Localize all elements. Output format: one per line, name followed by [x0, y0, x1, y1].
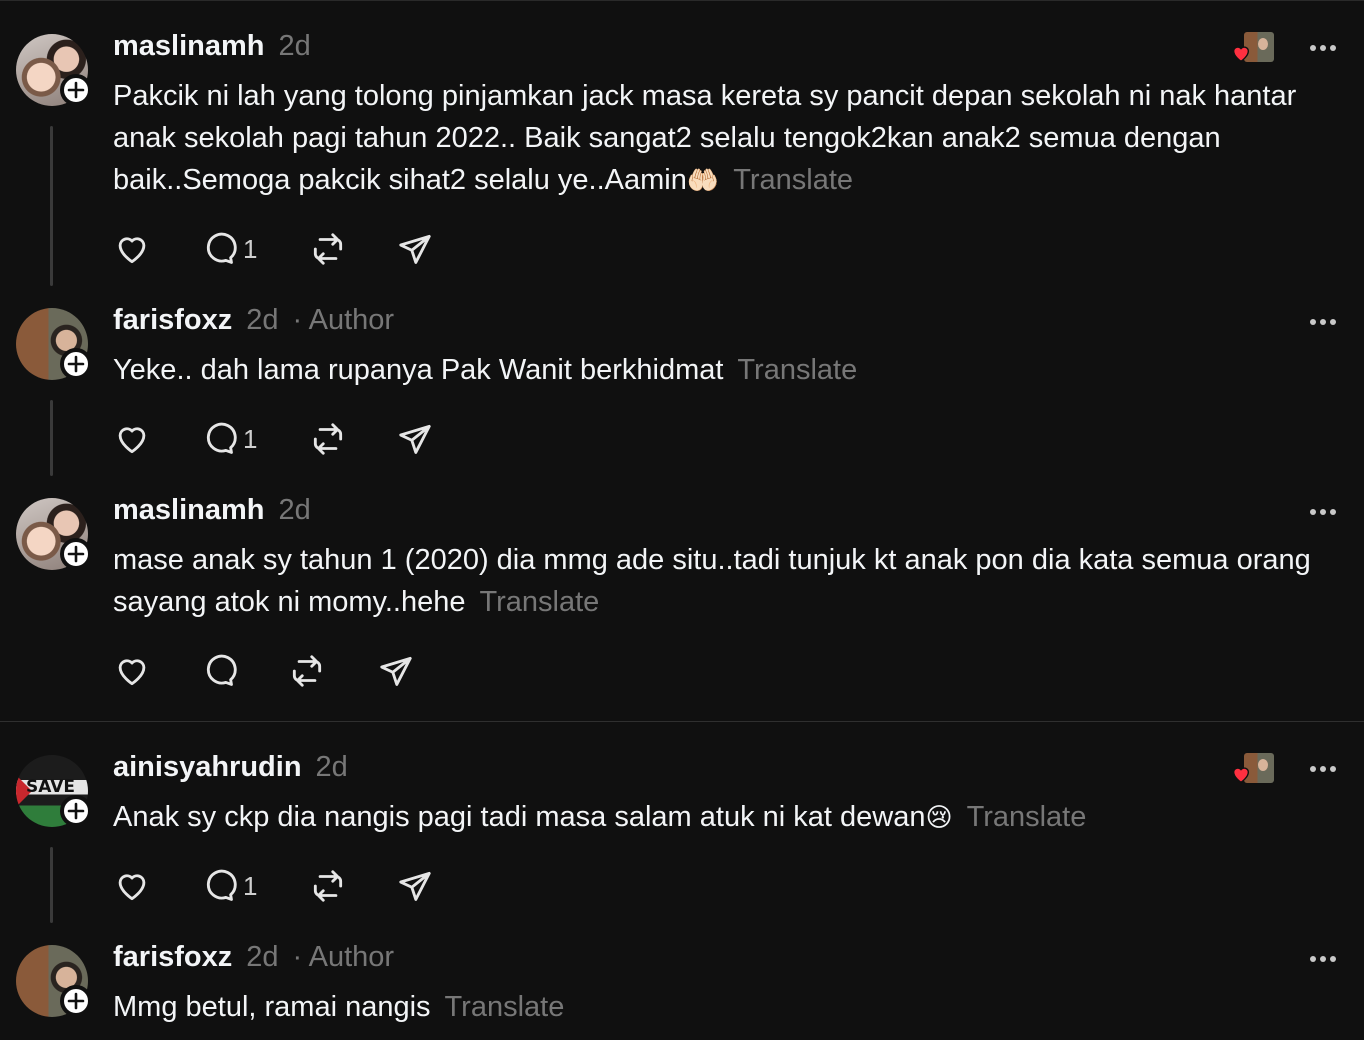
comment-text: Anak sy ckp dia nangis pagi tadi masa sa… [113, 796, 1323, 839]
comment-header: ainisyahrudin 2d [113, 751, 348, 784]
more-options-button[interactable] [1310, 954, 1342, 964]
translate-link[interactable]: Translate [967, 801, 1087, 833]
reply-button[interactable]: 1 [199, 229, 257, 269]
like-button[interactable] [113, 229, 151, 269]
repost-icon [313, 233, 343, 265]
heart-filled-icon [1232, 46, 1250, 63]
author-badge: · Author [292, 304, 395, 336]
more-options-button[interactable] [1310, 43, 1342, 53]
translate-link[interactable]: Translate [480, 586, 600, 618]
more-options-button[interactable] [1310, 507, 1342, 517]
thread-divider [0, 721, 1364, 722]
heart-filled-icon [1232, 767, 1250, 784]
plus-icon [67, 355, 85, 373]
reply-button[interactable]: 1 [199, 419, 257, 459]
repost-icon [313, 870, 343, 902]
avatar[interactable]: SAVE [16, 755, 92, 827]
follow-plus-button[interactable] [60, 538, 92, 570]
repost-button[interactable] [309, 866, 347, 906]
heart-icon [118, 874, 146, 901]
comment-text: mase anak sy tahun 1 (2020) dia mmg ade … [113, 539, 1323, 623]
heart-icon [118, 427, 146, 454]
comment-icon [206, 422, 237, 454]
like-button[interactable] [113, 651, 151, 691]
follow-plus-button[interactable] [60, 795, 92, 827]
translate-link[interactable]: Translate [733, 164, 853, 196]
follow-plus-button[interactable] [60, 985, 92, 1017]
comment-text: Mmg betul, ramai nangis Translate [113, 986, 1323, 1028]
thread-line [50, 400, 53, 476]
timestamp[interactable]: 2d [246, 941, 278, 973]
avatar-save-text: SAVE [26, 777, 76, 797]
reply-button[interactable] [199, 651, 237, 691]
heart-icon [118, 237, 146, 264]
reply-count: 1 [243, 870, 258, 901]
comment-icon [206, 232, 237, 264]
follow-plus-button[interactable] [60, 74, 92, 106]
like-button[interactable] [113, 419, 151, 459]
share-button[interactable] [377, 651, 415, 691]
share-icon [399, 424, 431, 454]
repost-button[interactable] [309, 229, 347, 269]
comment-text: Yeke.. dah lama rupanya Pak Wanit berkhi… [113, 349, 1323, 391]
top-divider [0, 0, 1364, 1]
comment-icon [206, 869, 237, 901]
comment-body: Yeke.. dah lama rupanya Pak Wanit berkhi… [113, 354, 724, 386]
plus-icon [67, 802, 85, 820]
timestamp[interactable]: 2d [246, 304, 278, 336]
reply-count: 1 [243, 423, 258, 454]
comment-text: Pakcik ni lah yang tolong pinjamkan jack… [113, 75, 1323, 202]
thread-line [50, 847, 53, 923]
repost-icon [292, 655, 322, 687]
comment-body: Anak sy ckp dia nangis pagi tadi masa sa… [113, 801, 926, 833]
share-button[interactable] [396, 229, 434, 269]
avatar[interactable] [16, 945, 92, 1017]
repost-button[interactable] [309, 419, 347, 459]
comment-header: maslinamh 2d [113, 30, 311, 63]
comment-header: farisfoxz 2d · Author [113, 304, 394, 337]
username[interactable]: maslinamh [113, 494, 265, 526]
timestamp[interactable]: 2d [316, 751, 348, 783]
share-icon [380, 656, 412, 686]
reply-button[interactable]: 1 [199, 866, 257, 906]
plus-icon [67, 992, 85, 1010]
avatar[interactable] [16, 34, 92, 106]
author-badge: · Author [292, 941, 395, 973]
more-options-button[interactable] [1310, 317, 1342, 327]
plus-icon [67, 545, 85, 563]
crying-face-emoji: 😢 [925, 803, 953, 833]
avatar[interactable] [16, 308, 92, 380]
follow-plus-button[interactable] [60, 348, 92, 380]
heart-icon [118, 659, 146, 686]
username[interactable]: ainisyahrudin [113, 751, 302, 783]
username[interactable]: maslinamh [113, 30, 265, 62]
comment-body: mase anak sy tahun 1 (2020) dia mmg ade … [113, 544, 1311, 618]
share-button[interactable] [396, 419, 434, 459]
thread-line [50, 126, 53, 286]
translate-link[interactable]: Translate [445, 991, 565, 1023]
comment-header: farisfoxz 2d · Author [113, 941, 394, 974]
reply-count: 1 [243, 233, 258, 264]
repost-icon [313, 423, 343, 455]
comment-icon [206, 654, 237, 686]
avatar[interactable] [16, 498, 92, 570]
username[interactable]: farisfoxz [113, 304, 232, 336]
share-icon [399, 871, 431, 901]
username[interactable]: farisfoxz [113, 941, 232, 973]
repost-button[interactable] [288, 651, 326, 691]
comment-body: Mmg betul, ramai nangis [113, 991, 431, 1023]
like-button[interactable] [113, 866, 151, 906]
timestamp[interactable]: 2d [279, 30, 311, 62]
translate-link[interactable]: Translate [737, 354, 857, 386]
more-options-button[interactable] [1310, 764, 1342, 774]
liked-by-author-indicator [1230, 32, 1278, 68]
raised-hands-emoji: 🤲🏻 [686, 166, 720, 196]
share-button[interactable] [396, 866, 434, 906]
liked-by-author-indicator [1230, 753, 1278, 789]
timestamp[interactable]: 2d [279, 494, 311, 526]
share-icon [399, 234, 431, 264]
plus-icon [67, 81, 85, 99]
comment-header: maslinamh 2d [113, 494, 311, 527]
